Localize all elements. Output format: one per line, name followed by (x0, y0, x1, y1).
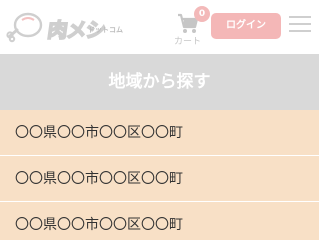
area-list-item[interactable]: 〇〇県〇〇市〇〇区〇〇町 (0, 156, 319, 202)
login-button[interactable]: ログイン (211, 13, 281, 39)
meat-icon (6, 12, 43, 43)
section-title: 地域から探す (0, 54, 319, 110)
cart-label: カート (174, 37, 202, 47)
area-list: 〇〇県〇〇市〇〇区〇〇町 〇〇県〇〇市〇〇区〇〇町 〇〇県〇〇市〇〇区〇〇町 (0, 110, 319, 240)
site-logo[interactable]: 肉メシ ドットコム (6, 8, 146, 44)
cart-button[interactable]: 0 カート (172, 6, 210, 47)
cart-count-badge: 0 (194, 6, 210, 22)
area-list-item[interactable]: 〇〇県〇〇市〇〇区〇〇町 (0, 202, 319, 240)
logo-sub-text: ドットコム (88, 26, 123, 34)
area-list-item[interactable]: 〇〇県〇〇市〇〇区〇〇町 (0, 110, 319, 156)
hamburger-menu-icon[interactable] (289, 14, 311, 32)
site-header: 肉メシ ドットコム 0 カート ログイン (0, 0, 319, 54)
